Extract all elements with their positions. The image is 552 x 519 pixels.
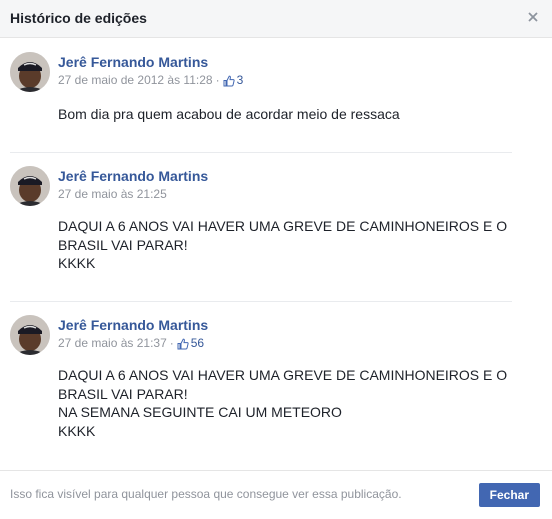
author-name[interactable]: Jerê Fernando Martins [58, 54, 208, 71]
meta-separator: · [169, 336, 174, 350]
edit-entry: Jerê Fernando Martins 27 de maio às 21:2… [10, 166, 512, 286]
avatar[interactable] [10, 52, 50, 92]
entry-timestamp[interactable]: 27 de maio às 21:37 [58, 336, 167, 351]
entry-timestamp[interactable]: 27 de maio de 2012 às 11:28 [58, 73, 213, 88]
close-icon[interactable] [526, 10, 540, 24]
dialog-header: Histórico de edições [0, 0, 552, 38]
author-name[interactable]: Jerê Fernando Martins [58, 317, 208, 334]
entry-meta: 27 de maio às 21:37 · 56 [58, 336, 204, 351]
entry-divider [10, 301, 512, 302]
edit-entry: Jerê Fernando Martins 27 de maio às 21:3… [10, 315, 512, 455]
edit-entry: Jerê Fernando Martins 27 de maio de 2012… [10, 52, 512, 132]
entry-text: DAQUI A 6 ANOS VAI HAVER UMA GREVE DE CA… [58, 218, 508, 271]
thumbs-up-icon[interactable] [177, 338, 189, 350]
avatar[interactable] [10, 315, 50, 355]
like-count[interactable]: 56 [191, 336, 204, 351]
close-button[interactable]: Fechar [478, 483, 540, 507]
dialog-title: Histórico de edições [10, 10, 147, 26]
avatar[interactable] [10, 166, 50, 206]
meta-separator: · [215, 73, 220, 87]
edit-history-dialog: Histórico de edições Jerê Fernando Marti… [0, 0, 552, 519]
like-count[interactable]: 3 [237, 73, 244, 88]
entry-divider [10, 152, 512, 153]
entry-timestamp[interactable]: 27 de maio às 21:25 [58, 187, 167, 202]
visibility-note: Isso fica visível para qualquer pessoa q… [10, 487, 402, 501]
dialog-footer: Isso fica visível para qualquer pessoa q… [0, 470, 552, 519]
entry-meta: 27 de maio de 2012 às 11:28 · 3 [58, 73, 243, 88]
entry-meta: 27 de maio às 21:25 [58, 187, 167, 202]
entry-text: Bom dia pra quem acabou de acordar meio … [58, 106, 400, 122]
entry-text: DAQUI A 6 ANOS VAI HAVER UMA GREVE DE CA… [58, 367, 508, 439]
author-name[interactable]: Jerê Fernando Martins [58, 168, 208, 185]
thumbs-up-icon[interactable] [223, 75, 235, 87]
